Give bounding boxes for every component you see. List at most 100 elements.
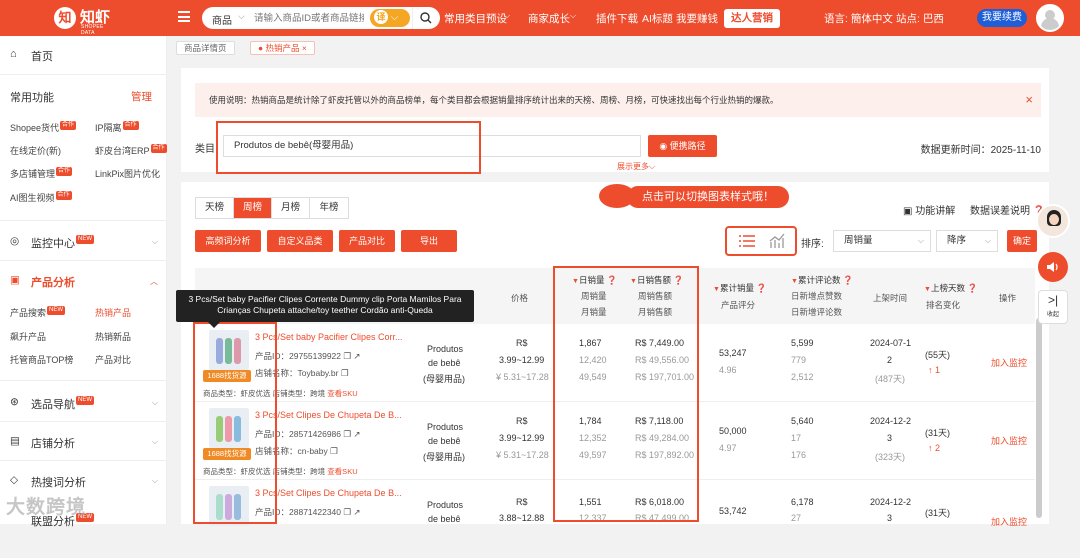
sidebar-item-hot-new[interactable]: 热销新品 bbox=[95, 330, 131, 343]
price-cny: ¥ 5.31~17.28 bbox=[496, 372, 549, 382]
external-link-icon[interactable]: ↗ bbox=[353, 351, 360, 361]
menu-toggle-icon[interactable] bbox=[178, 11, 190, 22]
sidebar-item-shop-analysis[interactable]: 店铺分析 bbox=[31, 435, 75, 451]
col-days-listed[interactable]: ▼上榜天数 ❓ bbox=[924, 282, 978, 294]
chart-view-icon[interactable] bbox=[769, 233, 785, 249]
tab-hot-products[interactable]: ● 热销产品 × bbox=[250, 41, 315, 55]
sort-order-select[interactable]: 降序 ⌵ bbox=[936, 230, 998, 252]
user-avatar[interactable] bbox=[1036, 4, 1064, 32]
export-button[interactable]: 导出 bbox=[401, 230, 457, 252]
manage-link[interactable]: 管理 bbox=[131, 89, 152, 104]
help-icon: ❓ bbox=[967, 283, 978, 293]
search-bar: 商品 ⌵ 译 ⌵ bbox=[202, 7, 440, 29]
copy-icon[interactable]: ❐ bbox=[330, 446, 338, 456]
col-total-reviews[interactable]: ▼累计评论数 ❓ bbox=[791, 274, 853, 286]
copy-icon[interactable]: ❐ bbox=[343, 429, 351, 439]
speaker-icon[interactable] bbox=[1038, 252, 1068, 282]
price-range: 3.88~12.88 bbox=[499, 513, 545, 523]
tab-yearly[interactable]: 年榜 bbox=[310, 198, 348, 218]
tab-product-detail[interactable]: 商品详情页 bbox=[176, 41, 235, 55]
view-sku-link[interactable]: 查看SKU bbox=[327, 389, 357, 398]
tooltip-line: Crianças Chupeta attache/toy teether Cor… bbox=[217, 305, 433, 315]
copy-icon[interactable]: ❐ bbox=[343, 507, 351, 517]
tab-weekly[interactable]: 周榜 bbox=[234, 198, 272, 218]
sidebar-item-linkpix[interactable]: LinkPix图片优化 bbox=[95, 167, 160, 180]
sidebar-item-ai-video[interactable]: AI图生视频 合作 bbox=[10, 191, 72, 204]
search-button[interactable] bbox=[412, 7, 440, 29]
col-rank-change: 排名变化 bbox=[926, 300, 961, 310]
quick-path-button[interactable]: ◉ 便携路径 bbox=[648, 135, 717, 157]
sidebar-item-online-pricing[interactable]: 在线定价(新) bbox=[10, 144, 61, 157]
tab-daily[interactable]: 天榜 bbox=[196, 198, 234, 218]
show-more-link[interactable]: 展示更多⌵ bbox=[617, 161, 655, 172]
sidebar-item-category-nav[interactable]: 选品导航 NEW bbox=[31, 396, 94, 412]
category-label: 类目 bbox=[195, 144, 215, 155]
support-avatar[interactable] bbox=[1036, 204, 1070, 238]
sidebar-item-shopee-forwarder[interactable]: Shopee货代 合作 bbox=[10, 121, 77, 134]
sidebar-item-surging-products[interactable]: 飙升产品 bbox=[10, 330, 46, 343]
sidebar-item-hotword[interactable]: 热搜词分析 bbox=[31, 474, 86, 490]
close-icon[interactable]: × bbox=[302, 43, 307, 53]
feature-guide-link[interactable]: ▣ 功能讲解 bbox=[903, 202, 955, 217]
keyword-analysis-button[interactable]: 高频词分析 bbox=[195, 230, 261, 252]
logo[interactable]: 知 知虾 SHOPEE DATA bbox=[54, 5, 114, 36]
copy-icon[interactable]: ❐ bbox=[341, 368, 349, 378]
scrollbar[interactable] bbox=[1036, 318, 1042, 518]
update-time: 数据更新时间：2025-11-10 bbox=[920, 145, 1041, 156]
product-title-link[interactable]: 3 Pcs/Set baby Pacifier Clipes Corr... bbox=[255, 332, 403, 342]
arrow-up-icon: ↑ bbox=[928, 365, 936, 375]
nav-merchant-growth[interactable]: 商家成长 bbox=[528, 11, 570, 26]
chevron-down-icon: ⌵ bbox=[504, 11, 511, 20]
search-input[interactable] bbox=[254, 11, 364, 25]
nav-category-preset[interactable]: 常用类目预设 bbox=[444, 11, 507, 26]
common-functions-title: 常用功能 bbox=[10, 92, 54, 104]
chart-switch-tip: 点击可以切换图表样式哦！ bbox=[627, 186, 789, 208]
close-icon[interactable]: × bbox=[1025, 83, 1033, 117]
copy-icon[interactable]: ❐ bbox=[343, 351, 351, 361]
site-select[interactable]: 站点: 巴西 bbox=[896, 11, 944, 26]
sidebar-item-taiwan-erp[interactable]: 虾皮台湾ERP 合作 bbox=[95, 144, 167, 157]
nav-earn-money[interactable]: 我要赚钱 bbox=[676, 11, 718, 26]
sidebar-item-multi-shop[interactable]: 多店铺管理 合作 bbox=[10, 167, 73, 180]
add-monitor-button[interactable]: 加入监控 bbox=[991, 356, 1027, 369]
col-total-sales[interactable]: ▼累计销量 ❓ bbox=[713, 282, 767, 294]
nav-plugin-download[interactable]: 插件下载 bbox=[596, 11, 638, 26]
translate-toggle[interactable]: 译 ⌵ bbox=[370, 9, 410, 27]
search-scope-select[interactable]: 商品 bbox=[212, 12, 232, 27]
sidebar-item-product-analysis[interactable]: 产品分析 bbox=[31, 274, 75, 290]
sidebar-item-ip-isolation[interactable]: IP隔离 合作 bbox=[95, 121, 139, 134]
tab-monthly[interactable]: 月榜 bbox=[272, 198, 310, 218]
language-select[interactable]: 语言: 簡体中文 bbox=[824, 11, 893, 26]
sidebar-item-home[interactable]: 首页 bbox=[31, 48, 53, 64]
hotword-icon: ◇ bbox=[10, 474, 19, 486]
add-monitor-button[interactable]: 加入监控 bbox=[991, 434, 1027, 447]
daily-likes: 779 bbox=[791, 355, 807, 365]
influencer-marketing-button[interactable]: 达人营销 bbox=[724, 9, 780, 28]
list-view-icon[interactable] bbox=[739, 234, 755, 248]
page-tabs: 商品详情页 ● 热销产品 × bbox=[168, 36, 1048, 60]
sidebar-item-hot-products[interactable]: 热销产品 bbox=[95, 306, 131, 319]
view-sku-link[interactable]: 查看SKU bbox=[327, 467, 357, 476]
logo-mark: 知 bbox=[54, 7, 76, 29]
compare-button[interactable]: 产品对比 bbox=[339, 230, 395, 252]
chevron-right-icon: >| bbox=[1047, 293, 1059, 307]
sidebar-item-hosted-top[interactable]: 托管商品TOP榜 bbox=[10, 353, 73, 366]
add-monitor-button[interactable]: 加入监控 bbox=[991, 515, 1027, 528]
sidebar-item-product-search[interactable]: 产品搜索 NEW bbox=[10, 306, 66, 319]
nav-ai-title[interactable]: AI标题 bbox=[642, 11, 673, 26]
sidebar-item-product-compare[interactable]: 产品对比 bbox=[95, 353, 131, 366]
external-link-icon[interactable]: ↗ bbox=[353, 507, 360, 517]
sort-field-select[interactable]: 周销量 ⌵ bbox=[833, 230, 931, 252]
renew-button[interactable]: 我要续费 bbox=[977, 9, 1027, 27]
sidebar-item-monitor[interactable]: 监控中心 NEW bbox=[31, 235, 94, 251]
watermark: 大数跨境 bbox=[6, 497, 87, 518]
notice-text: 使用说明：热销商品是统计除了虾皮托管以外的商品榜单，每个类目都会根据销量排序统计… bbox=[209, 95, 779, 105]
collapse-button[interactable]: >| 收起 bbox=[1038, 290, 1068, 324]
external-link-icon[interactable]: ↗ bbox=[353, 429, 360, 439]
chevron-down-icon: ⌵ bbox=[984, 236, 991, 245]
launch-date: 2024-12-2 bbox=[870, 497, 912, 507]
confirm-button[interactable]: 确定 bbox=[1007, 230, 1037, 252]
logistics-label: 店铺类型： bbox=[272, 467, 311, 476]
custom-category-button[interactable]: 自定义品类 bbox=[267, 230, 333, 252]
logistics-label: 店铺类型： bbox=[272, 389, 311, 398]
